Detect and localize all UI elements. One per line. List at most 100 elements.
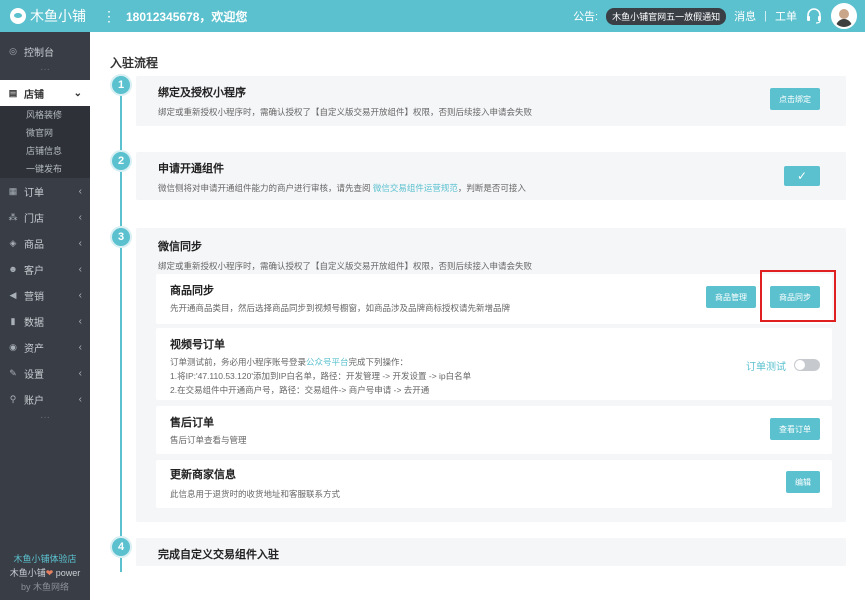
footer-power: 木鱼小铺❤ power [0,566,90,580]
order-icon: ▦ [8,185,18,196]
welcome-text: 18012345678，欢迎您 [126,9,248,24]
sub-desc: 先开通商品类目，然后选择商品同步到视频号橱窗，如商品涉及品牌商标授权请先新增品牌 [170,303,511,313]
step-desc: 绑定或重新授权小程序时，需确认授权了【自定义版交易开放组件】权限，否则后续接入申… [158,107,533,117]
branch-icon: ⁂ [8,211,18,222]
step-number-2: 2 [110,150,132,172]
step-desc: 绑定或重新授权小程序时，需确认授权了【自定义版交易开放组件】权限，否则后续接入申… [158,261,533,271]
submenu-item-decoration[interactable]: 风格装修 [0,106,90,124]
sub-desc-line3: 2.在交易组件中开通商户号，路径：交易组件-> 商户号申请 -> 去开通 [170,385,430,395]
step-title: 申请开通组件 [158,163,224,175]
desc-text: 完成下列操作： [348,357,409,367]
sidebar-item-dashboard[interactable]: ◎ 控制台 [0,38,90,64]
top-right-group: 公告: 木鱼小铺官网五一放假通知 消息 | 工单 [573,3,865,29]
page-title: 入驻流程 [110,56,159,70]
submenu-item-publish[interactable]: 一键发布 [0,160,90,178]
step-title: 微信同步 [158,241,202,253]
step-number-3: 3 [110,226,132,248]
highlight-box [760,270,836,322]
sidebar-item-marketing[interactable]: ◀ 营销 ‹ [0,282,90,308]
goods-icon: ◈ [9,237,17,248]
settings-icon: ✎ [9,367,17,378]
workorder-link[interactable]: 工单 [775,8,797,24]
menu-toggle-icon[interactable]: ⋮ [102,9,116,23]
chevron-left-icon: ‹ [78,289,82,301]
sidebar-item-assets[interactable]: ◉ 资产 ‹ [0,334,90,360]
sub-title: 商品同步 [170,285,214,297]
customer-icon: ☻ [8,264,18,274]
store-icon: ▤ [8,87,18,98]
sidebar-item-label: 数据 [24,317,44,329]
sidebar-item-store[interactable]: ▤ 店铺 ⌄ [0,80,90,106]
sidebar-item-label: 账户 [24,395,44,407]
sidebar-separator: ··· [40,412,50,423]
sub-card-goods-sync: 商品同步 先开通商品类目，然后选择商品同步到视频号橱窗，如商品涉及品牌商标授权请… [156,274,832,324]
sidebar-item-data[interactable]: ▮ 数据 ‹ [0,308,90,334]
desc-text: 订单测试前，务必用小程序账号登录 [170,357,307,367]
footer-shop-name[interactable]: 木鱼小铺体验店 [0,552,90,566]
sidebar-item-label: 店铺 [24,89,44,101]
asset-icon: ◉ [9,341,17,352]
avatar[interactable] [831,3,857,29]
step-card-apply: 申请开通组件 微信侧将对申请开通组件能力的商户进行审核，请先查阅 微信交易组件运… [136,152,846,200]
sub-card-merchant-info: 更新商家信息 此信息用于退货时的收货地址和客服联系方式 编辑 [156,460,832,508]
sidebar-item-label: 营销 [24,291,44,303]
step-number-4: 4 [110,536,132,558]
ops-rules-link[interactable]: 微信交易组件运营规范 [373,183,458,193]
top-bar: 木鱼小铺 ⋮ 18012345678，欢迎您 公告: 木鱼小铺官网五一放假通知 … [0,0,865,32]
sidebar: ◎ 控制台 ··· ▤ 店铺 ⌄ 风格装修 微官网 店铺信息 一键发布 ▦ 订单… [0,32,90,600]
edit-button[interactable]: 编辑 [786,471,820,493]
sidebar-item-label: 客户 [24,265,44,277]
chevron-left-icon: ‹ [78,393,82,405]
sub-card-video-orders: 视频号订单 订单测试前，务必用小程序账号登录公众号平台完成下列操作： 1.将IP… [156,328,832,400]
goods-manage-button[interactable]: 商品管理 [706,286,756,308]
sub-card-after-sales: 售后订单 售后订单查看与管理 查看订单 [156,406,832,454]
footer-power-text: power [53,568,81,578]
dashboard-icon: ◎ [9,45,17,56]
chevron-left-icon: ‹ [78,341,82,353]
mp-platform-link[interactable]: 公众号平台 [306,357,349,367]
sidebar-item-account[interactable]: ⚲ 账户 ‹ [0,386,90,412]
account-icon: ⚲ [9,393,17,404]
footer-by: by 木鱼网络 [20,582,69,592]
sidebar-item-customers[interactable]: ☻ 客户 ‹ [0,256,90,282]
sub-title: 售后订单 [170,417,214,429]
brand-name: 木鱼小铺 [30,8,86,24]
sidebar-item-label: 控制台 [24,47,54,59]
sidebar-item-goods[interactable]: ◈ 商品 ‹ [0,230,90,256]
store-submenu: 风格装修 微官网 店铺信息 一键发布 [0,106,90,178]
sub-desc-line1: 订单测试前，务必用小程序账号登录公众号平台完成下列操作： [170,356,408,368]
view-orders-button[interactable]: 查看订单 [770,418,820,440]
fish-logo-icon [10,8,26,24]
notice-tag[interactable]: 木鱼小铺官网五一放假通知 [606,7,727,25]
sidebar-footer: 木鱼小铺体验店 木鱼小铺❤ power by 木鱼网络 [0,552,90,594]
submenu-item-microsite[interactable]: 微官网 [0,124,90,142]
messages-link[interactable]: 消息 [734,8,756,24]
step-card-wechat-sync: 微信同步 绑定或重新授权小程序时，需确认授权了【自定义版交易开放组件】权限，否则… [136,228,846,522]
brand-logo[interactable]: 木鱼小铺 [0,0,90,32]
sidebar-item-branches[interactable]: ⁂ 门店 ‹ [0,204,90,230]
submenu-item-store-info[interactable]: 店铺信息 [0,142,90,160]
sidebar-item-label: 资产 [24,343,44,355]
bind-button[interactable]: 点击绑定 [770,88,820,110]
chevron-left-icon: ‹ [78,211,82,223]
sidebar-item-label: 商品 [24,239,44,251]
headset-icon[interactable] [805,7,823,25]
order-test-label: 订单测试 [746,362,786,373]
main-content: 入驻流程 1 绑定及授权小程序 绑定或重新授权小程序时，需确认授权了【自定义版交… [90,32,865,600]
footer-brand: 木鱼小铺 [9,568,46,578]
sub-desc: 此信息用于退货时的收货地址和客服联系方式 [170,489,341,499]
chevron-left-icon: ‹ [78,185,82,197]
sub-desc: 售后订单查看与管理 [170,435,247,445]
sub-desc-line2: 1.将IP:'47.110.53.120'添加到IP白名单，路径：开发管理 ->… [170,371,472,381]
sidebar-separator: ··· [40,64,50,75]
order-test-toggle[interactable] [794,359,820,371]
sidebar-item-orders[interactable]: ▦ 订单 ‹ [0,178,90,204]
sidebar-item-settings[interactable]: ✎ 设置 ‹ [0,360,90,386]
sidebar-item-label: 设置 [24,369,44,381]
check-button[interactable]: ✓ [784,166,820,186]
chevron-left-icon: ‹ [78,367,82,379]
chevron-left-icon: ‹ [78,263,82,275]
step-card-complete: 完成自定义交易组件入驻 [136,538,846,566]
step-title: 绑定及授权小程序 [158,87,246,99]
step-number-1: 1 [110,74,132,96]
